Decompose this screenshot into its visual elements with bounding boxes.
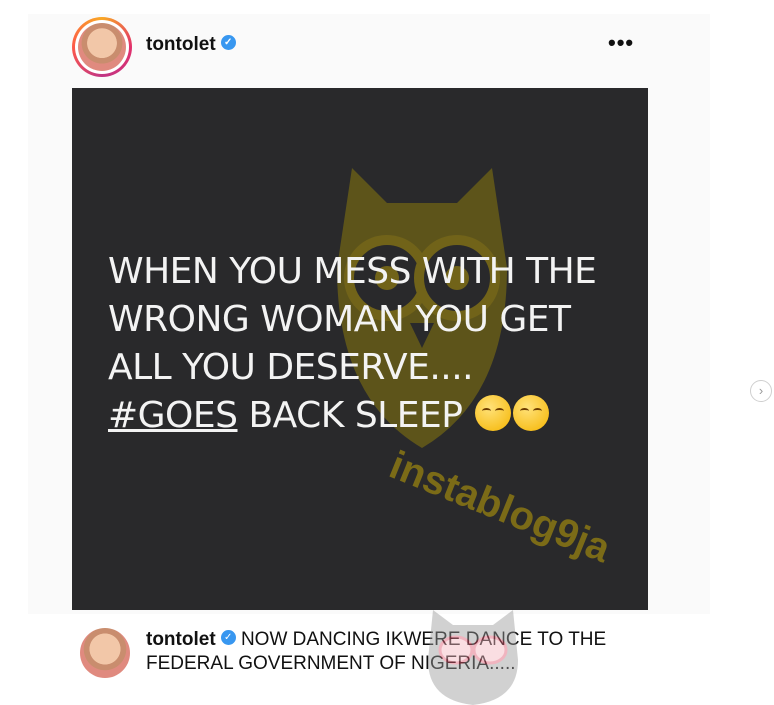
- post-username[interactable]: tontolet ✓: [146, 34, 236, 56]
- caption-row: tontolet ✓ NOW DANCING IKWERE DANCE TO TH…: [0, 620, 774, 705]
- verified-badge-icon: ✓: [220, 630, 236, 646]
- more-options-button[interactable]: •••: [608, 30, 634, 56]
- caption-text: tontolet ✓ NOW DANCING IKWERE DANCE TO TH…: [146, 628, 646, 676]
- quote-line-1: WHEN YOU MESS WITH THE: [108, 251, 597, 292]
- quote-line-4-rest: BACK SLEEP: [237, 395, 463, 436]
- verified-badge-icon: ✓: [220, 35, 236, 51]
- quote-text: WHEN YOU MESS WITH THE WRONG WOMAN YOU G…: [108, 248, 628, 440]
- next-slide-button[interactable]: ›: [750, 380, 772, 402]
- smiling-face-emoji-icon: [475, 395, 512, 431]
- caption-username[interactable]: tontolet: [146, 629, 216, 650]
- post-image[interactable]: instablog9ja WHEN YOU MESS WITH THE WRON…: [72, 88, 648, 610]
- username-text[interactable]: tontolet: [146, 34, 216, 55]
- instagram-post: tontolet ✓ ••• instablog9ja WHEN YOU MESS…: [28, 14, 710, 614]
- caption-avatar[interactable]: [80, 628, 130, 678]
- post-header: tontolet ✓ •••: [28, 14, 710, 80]
- owl-watermark-icon: [428, 610, 518, 705]
- hashtag: #GOES: [108, 395, 238, 436]
- smiling-face-emoji-icon: [513, 395, 550, 431]
- profile-avatar-ring[interactable]: [72, 17, 132, 77]
- quote-line-4: #GOES BACK SLEEP: [108, 392, 628, 440]
- quote-line-2: WRONG WOMAN YOU GET: [108, 299, 571, 340]
- avatar: [78, 23, 126, 71]
- quote-line-3: ALL YOU DESERVE....: [108, 347, 474, 388]
